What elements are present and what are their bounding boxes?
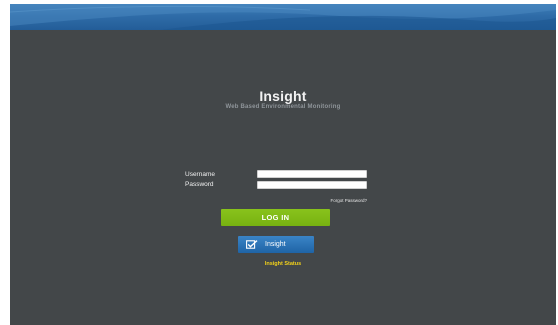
forgot-password-link[interactable]: Forgot Password? [300,198,367,203]
password-input[interactable] [257,181,367,189]
checkbox-icon [246,240,258,251]
insight-button[interactable]: Insight [238,236,314,253]
login-page: Insight Web Based Environmental Monitori… [10,4,556,325]
banner-swoosh [10,4,556,30]
login-button[interactable]: LOG IN [221,209,330,226]
username-input[interactable] [257,170,367,178]
app-title: Insight [259,88,307,104]
password-label: Password [185,181,214,188]
app-subtitle: Web Based Environmental Monitoring [225,104,341,110]
insight-status-link[interactable]: Insight Status [10,261,556,267]
header-banner [10,4,556,30]
username-label: Username [185,171,215,178]
insight-button-label: Insight [265,241,286,248]
